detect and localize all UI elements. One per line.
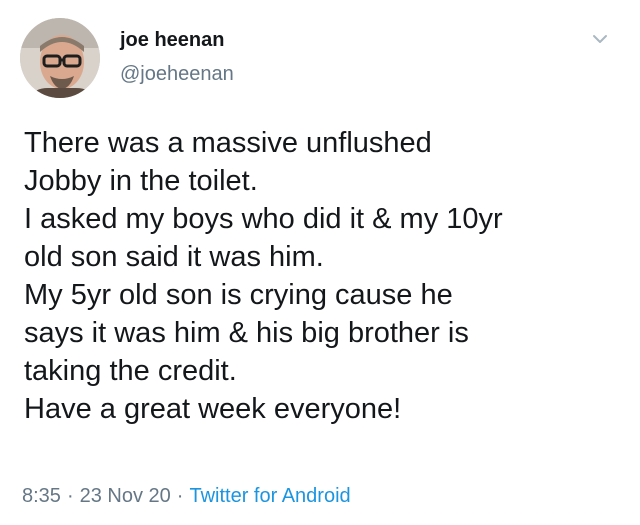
meta-separator: · (176, 485, 184, 507)
author-handle[interactable]: @joeheenan (120, 62, 234, 86)
tweet-meta: 8:35 · 23 Nov 20 · Twitter for Android (22, 484, 351, 508)
tweet-line: taking the credit. (24, 355, 237, 387)
tweet-time[interactable]: 8:35 (22, 485, 61, 507)
tweet-line: old son said it was him. (24, 241, 324, 273)
tweet-client-link[interactable]: Twitter for Android (189, 485, 350, 507)
avatar[interactable] (20, 18, 100, 98)
tweet-line: says it was him & his big brother is (24, 317, 469, 349)
meta-separator: · (66, 485, 74, 507)
author-name[interactable]: joe heenan (120, 28, 224, 52)
tweet-line: There was a massive unflushed (24, 127, 432, 159)
avatar-photo (20, 18, 100, 98)
tweet-date[interactable]: 23 Nov 20 (80, 485, 171, 507)
tweet: joe heenan @joeheenan There was a massiv… (0, 0, 640, 525)
tweet-line: I asked my boys who did it & my 10yr (24, 203, 503, 235)
tweet-line: Have a great week everyone! (24, 393, 402, 425)
tweet-text: There was a massive unflushed Jobby in t… (24, 124, 624, 428)
chevron-down-icon[interactable] (591, 32, 609, 46)
tweet-line: My 5yr old son is crying cause he (24, 279, 453, 311)
tweet-line: Jobby in the toilet. (24, 165, 258, 197)
